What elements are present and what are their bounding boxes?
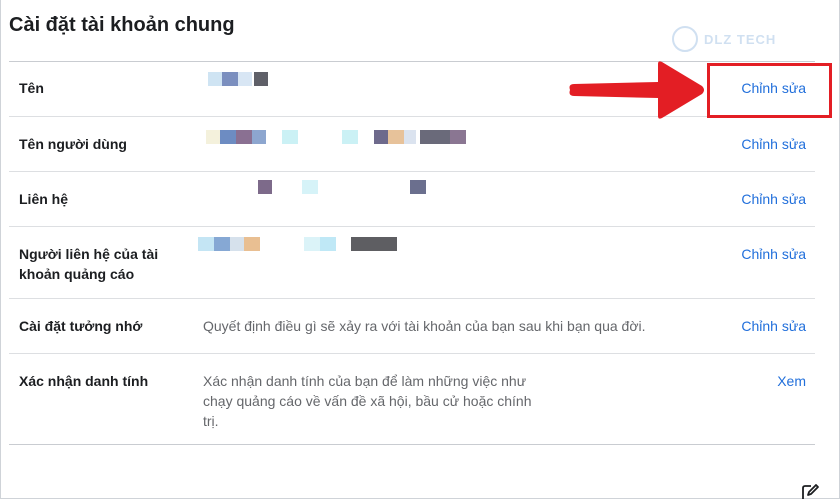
edit-username-button[interactable]: Chỉnh sửa (741, 134, 806, 154)
compose-icon[interactable] (800, 483, 820, 500)
settings-row-ad-account-contact: Người liên hệ của tài khoản quảng cáo Ch… (9, 227, 815, 299)
row-label: Người liên hệ của tài khoản quảng cáo (19, 246, 159, 282)
row-label: Xác nhận danh tính (19, 373, 149, 389)
page-title: Cài đặt tài khoản chung (9, 14, 235, 36)
row-label: Tên (19, 80, 44, 96)
row-label: Cài đặt tưởng nhớ (19, 318, 143, 334)
red-arrow-icon (569, 61, 704, 119)
settings-row-identity: Xác nhận danh tính Xác nhận danh tính củ… (9, 354, 815, 445)
edit-ad-contact-button[interactable]: Chỉnh sửa (741, 244, 806, 264)
watermark-text: DLZ TECH (704, 31, 777, 47)
logo-icon (672, 26, 698, 52)
row-label: Tên người dùng (19, 136, 127, 152)
settings-row-memorialization: Cài đặt tưởng nhớ Quyết định điều gì sẽ … (9, 299, 815, 354)
row-description: Quyết định điều gì sẽ xảy ra với tài kho… (203, 318, 646, 334)
highlight-box (707, 63, 832, 118)
watermark-logo: DLZ TECH (672, 24, 798, 54)
row-label: Liên hệ (19, 191, 69, 207)
settings-row-username: Tên người dùng Chỉnh sửa (9, 117, 815, 172)
row-description: Xác nhận danh tính của bạn để làm những … (203, 373, 532, 429)
view-identity-button[interactable]: Xem (777, 371, 806, 391)
edit-contact-button[interactable]: Chỉnh sửa (741, 189, 806, 209)
edit-memorialization-button[interactable]: Chỉnh sửa (741, 316, 806, 336)
